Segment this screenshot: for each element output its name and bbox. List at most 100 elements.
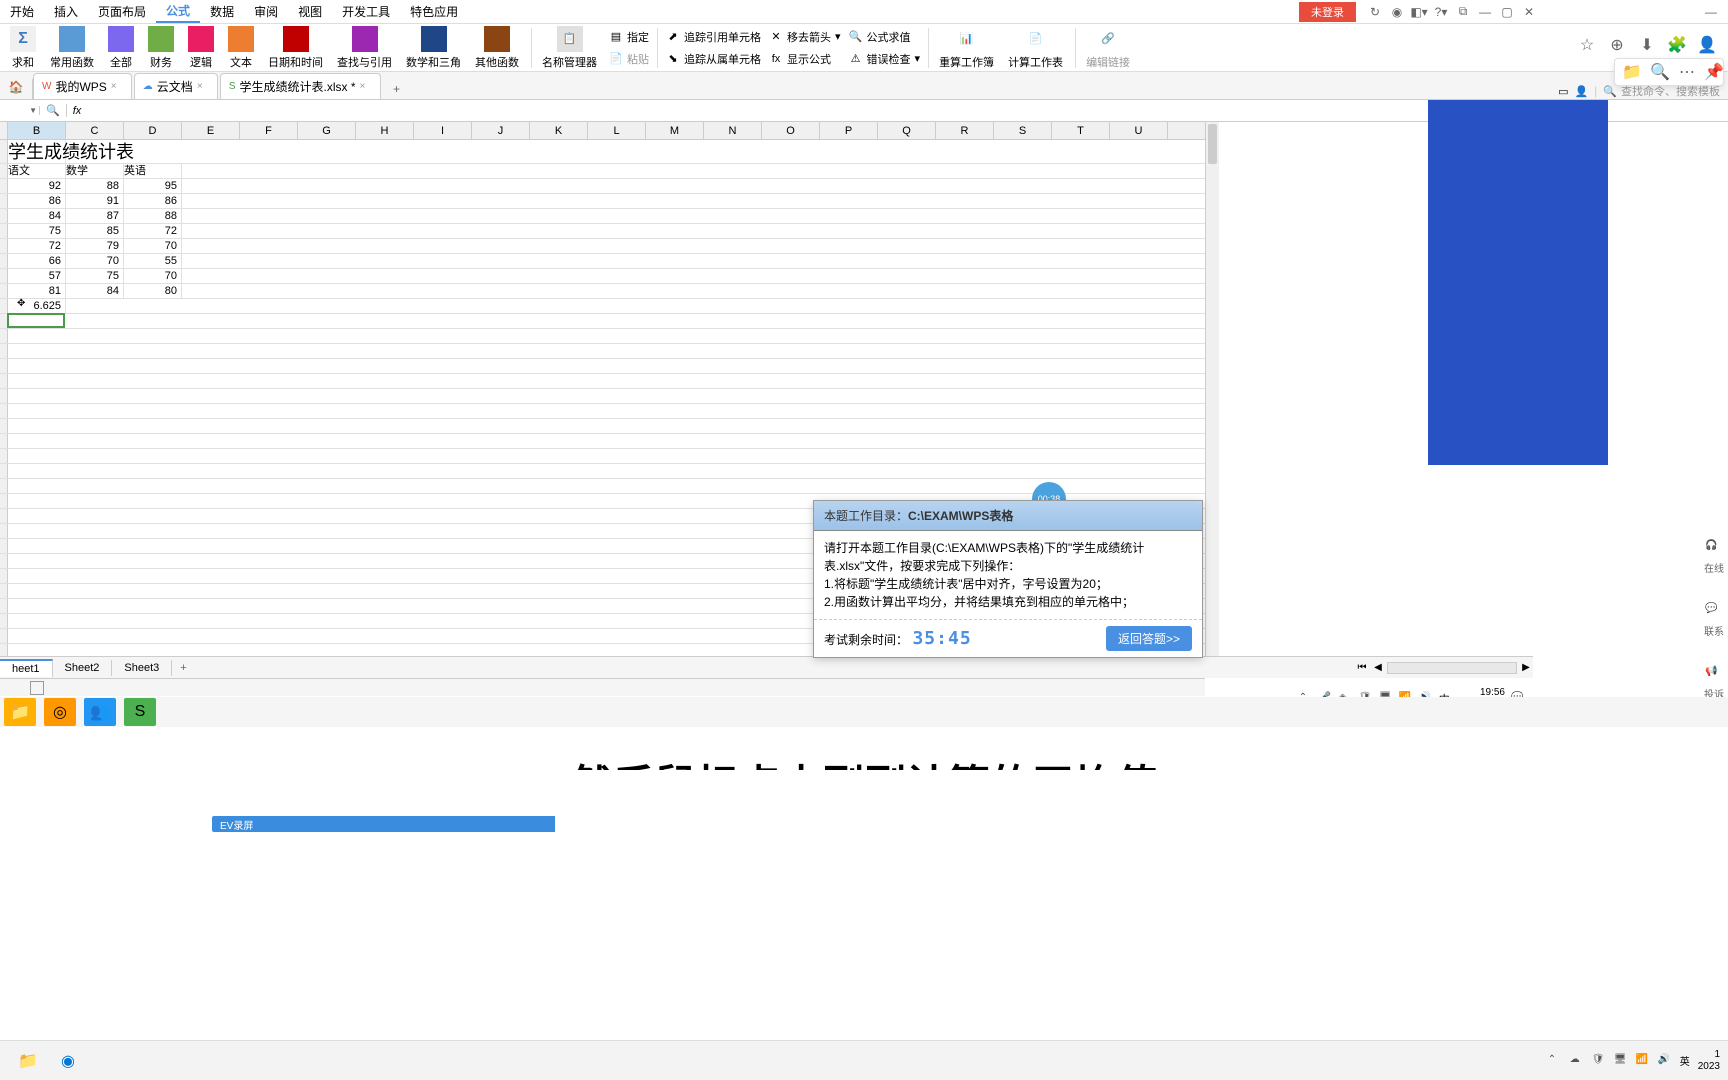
- add-sheet-button[interactable]: +: [172, 662, 194, 674]
- sheet-tab-3[interactable]: Sheet3: [112, 660, 172, 676]
- col-header-d[interactable]: D: [124, 122, 182, 139]
- name-box-dropdown-icon[interactable]: ▼: [29, 106, 39, 115]
- col-header-j[interactable]: J: [472, 122, 530, 139]
- menu-formulas[interactable]: 公式: [156, 0, 200, 23]
- win-shield-icon[interactable]: 🛡: [1592, 1054, 1606, 1068]
- sheet-tab-1[interactable]: heet1: [0, 659, 53, 677]
- collections-icon[interactable]: ⊕: [1608, 36, 1626, 54]
- cell-title[interactable]: 学生成绩统计表: [8, 140, 66, 163]
- datetime-button[interactable]: 日期和时间: [262, 24, 329, 72]
- sheet-nav-prev[interactable]: ◀: [1371, 662, 1385, 673]
- login-button[interactable]: 未登录: [1299, 2, 1356, 22]
- trace-precedents-button[interactable]: ⬈追踪引用单元格: [662, 27, 765, 47]
- tab-my-wps[interactable]: W 我的WPS ×: [33, 73, 132, 99]
- exam-header[interactable]: 本题工作目录：C:\EXAM\WPS表格: [814, 501, 1202, 531]
- cell[interactable]: 72: [124, 224, 182, 238]
- select-all-corner[interactable]: [0, 122, 8, 139]
- cell-header-math[interactable]: 数学: [66, 164, 124, 178]
- win-onedrive-icon[interactable]: ☁: [1570, 1054, 1584, 1068]
- cell-header-chinese[interactable]: 语文: [8, 164, 66, 178]
- horizontal-scrollbar[interactable]: [1387, 662, 1517, 674]
- remove-arrows-button[interactable]: ✕移去箭头▾: [765, 27, 845, 47]
- cell[interactable]: 70: [124, 239, 182, 253]
- cell[interactable]: 88: [66, 179, 124, 193]
- sheet-nav-next[interactable]: ▶: [1519, 662, 1533, 673]
- tab-cloud-docs[interactable]: ☁ 云文档 ×: [134, 73, 218, 99]
- evaluate-formula-button[interactable]: 🔍公式求值: [845, 27, 925, 47]
- browser-minimize-icon[interactable]: —: [1704, 5, 1718, 19]
- tab-close-0[interactable]: ×: [111, 81, 123, 93]
- financial-button[interactable]: 财务: [142, 24, 180, 72]
- cell[interactable]: 72: [8, 239, 66, 253]
- win-screen-icon[interactable]: 🖥: [1614, 1054, 1628, 1068]
- calc-workbook-button[interactable]: 📊 重算工作簿: [933, 24, 1000, 72]
- menu-review[interactable]: 审阅: [244, 0, 288, 23]
- cell[interactable]: 84: [8, 209, 66, 223]
- col-header-i[interactable]: I: [414, 122, 472, 139]
- cell-header-english[interactable]: 英语: [124, 164, 182, 178]
- cell[interactable]: 87: [66, 209, 124, 223]
- col-header-h[interactable]: H: [356, 122, 414, 139]
- text-button[interactable]: 文本: [222, 24, 260, 72]
- download-icon[interactable]: ⬇: [1638, 36, 1656, 54]
- search2-icon[interactable]: 🔍: [1651, 63, 1669, 81]
- cell[interactable]: 88: [124, 209, 182, 223]
- assign-button[interactable]: ▤指定: [605, 27, 653, 47]
- other-functions-button[interactable]: 其他函数: [469, 24, 525, 72]
- col-header-s[interactable]: S: [994, 122, 1052, 139]
- col-header-e[interactable]: E: [182, 122, 240, 139]
- menu-start[interactable]: 开始: [0, 0, 44, 23]
- menu-data[interactable]: 数据: [200, 0, 244, 23]
- cell[interactable]: 75: [8, 224, 66, 238]
- cell[interactable]: 70: [66, 254, 124, 268]
- tb-folder-icon[interactable]: 📁: [4, 698, 36, 726]
- win-explorer-icon[interactable]: 📁: [12, 1047, 44, 1075]
- menu-dev-tools[interactable]: 开发工具: [332, 0, 400, 23]
- tab-workbook[interactable]: S 学生成绩统计表.xlsx * ×: [220, 73, 381, 99]
- cell[interactable]: 57: [8, 269, 66, 283]
- col-header-t[interactable]: T: [1052, 122, 1110, 139]
- paste-name-button[interactable]: 📄粘贴: [605, 49, 653, 69]
- all-functions-button[interactable]: 全部: [102, 24, 140, 72]
- tb-app1-icon[interactable]: ◎: [44, 698, 76, 726]
- cell[interactable]: 66: [8, 254, 66, 268]
- ev-recording-badge[interactable]: EV录屏: [212, 816, 602, 832]
- cell[interactable]: 84: [66, 284, 124, 298]
- screen-icon[interactable]: ▭: [1558, 85, 1568, 98]
- col-header-l[interactable]: L: [588, 122, 646, 139]
- ev-dot-3[interactable]: [586, 820, 594, 828]
- status-mode-icon[interactable]: [30, 681, 44, 695]
- pin-icon[interactable]: 📌: [1705, 63, 1723, 81]
- exam-return-button[interactable]: 返回答题>>: [1106, 626, 1192, 651]
- cell[interactable]: 91: [66, 194, 124, 208]
- cell[interactable]: 70: [124, 269, 182, 283]
- cell[interactable]: 92: [8, 179, 66, 193]
- col-header-u[interactable]: U: [1110, 122, 1168, 139]
- col-header-b[interactable]: B: [8, 122, 66, 139]
- win-wifi-icon[interactable]: 📶: [1636, 1054, 1650, 1068]
- common-functions-button[interactable]: 常用函数: [44, 24, 100, 72]
- cell[interactable]: 95: [124, 179, 182, 193]
- cell[interactable]: 86: [8, 194, 66, 208]
- side-complaint[interactable]: 📢投诉: [1704, 666, 1724, 701]
- zoom-icon[interactable]: 🔍: [46, 104, 60, 117]
- fx-label[interactable]: fx: [67, 105, 88, 117]
- extensions-icon[interactable]: 🧩: [1668, 36, 1686, 54]
- cell[interactable]: 86: [124, 194, 182, 208]
- scrollbar-thumb[interactable]: [1208, 124, 1217, 164]
- folder-icon[interactable]: 📁: [1623, 63, 1641, 81]
- cell[interactable]: 85: [66, 224, 124, 238]
- sheet-tab-2[interactable]: Sheet2: [53, 660, 113, 676]
- win-edge-icon[interactable]: ◉: [52, 1047, 84, 1075]
- menu-special[interactable]: 特色应用: [400, 0, 468, 23]
- col-header-k[interactable]: K: [530, 122, 588, 139]
- col-header-m[interactable]: M: [646, 122, 704, 139]
- cell[interactable]: 75: [66, 269, 124, 283]
- tb-app2-icon[interactable]: 👥: [84, 698, 116, 726]
- sync-icon[interactable]: ↻: [1368, 5, 1382, 19]
- col-header-n[interactable]: N: [704, 122, 762, 139]
- person-icon[interactable]: 👤: [1574, 85, 1588, 98]
- profile-icon[interactable]: 👤: [1698, 36, 1716, 54]
- cell-average[interactable]: 6.625: [8, 299, 66, 313]
- theme-icon[interactable]: ◧▾: [1412, 5, 1426, 19]
